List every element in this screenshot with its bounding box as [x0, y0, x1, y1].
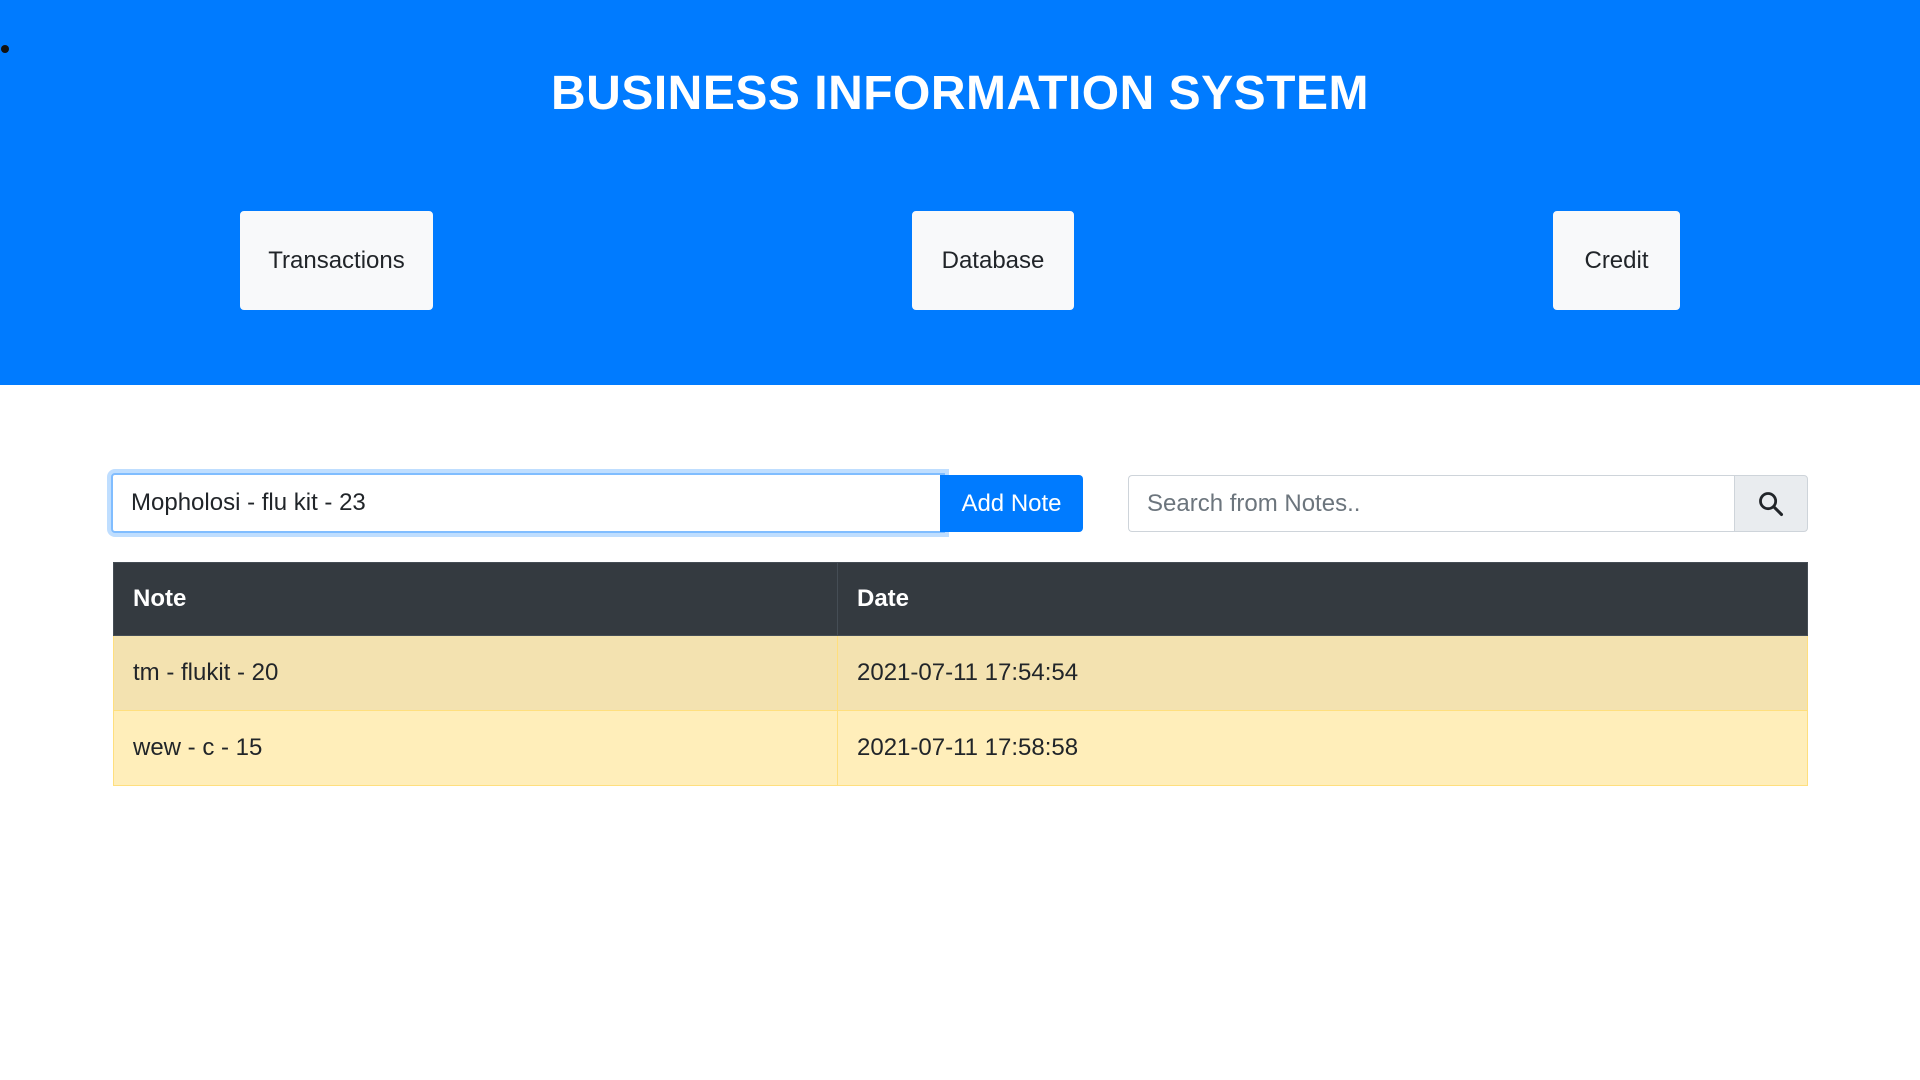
date-column-header: Date: [837, 562, 1808, 636]
header-banner: BUSINESS INFORMATION SYSTEM Transactions…: [0, 0, 1920, 385]
search-input[interactable]: [1128, 475, 1735, 532]
database-button[interactable]: Database: [912, 211, 1074, 310]
transactions-button[interactable]: Transactions: [240, 211, 433, 310]
date-cell: 2021-07-11 17:54:54: [837, 635, 1808, 711]
note-cell: tm - flukit - 20: [113, 635, 838, 711]
search-icon: [1759, 491, 1784, 516]
note-column-header: Note: [113, 562, 838, 636]
table-row: wew - c - 15 2021-07-11 17:58:58: [113, 710, 1808, 786]
page-title: BUSINESS INFORMATION SYSTEM: [551, 67, 1369, 120]
table-header-row: Note Date: [113, 562, 1808, 636]
note-input[interactable]: [111, 473, 945, 533]
bullet-dot: [1, 45, 9, 53]
add-note-button[interactable]: Add Note: [940, 475, 1083, 532]
search-button[interactable]: [1734, 475, 1808, 532]
notes-table: Note Date tm - flukit - 20 2021-07-11 17…: [113, 562, 1808, 786]
date-cell: 2021-07-11 17:58:58: [837, 710, 1808, 786]
note-cell: wew - c - 15: [113, 710, 838, 786]
table-row: tm - flukit - 20 2021-07-11 17:54:54: [113, 635, 1808, 711]
credit-button[interactable]: Credit: [1553, 211, 1680, 310]
